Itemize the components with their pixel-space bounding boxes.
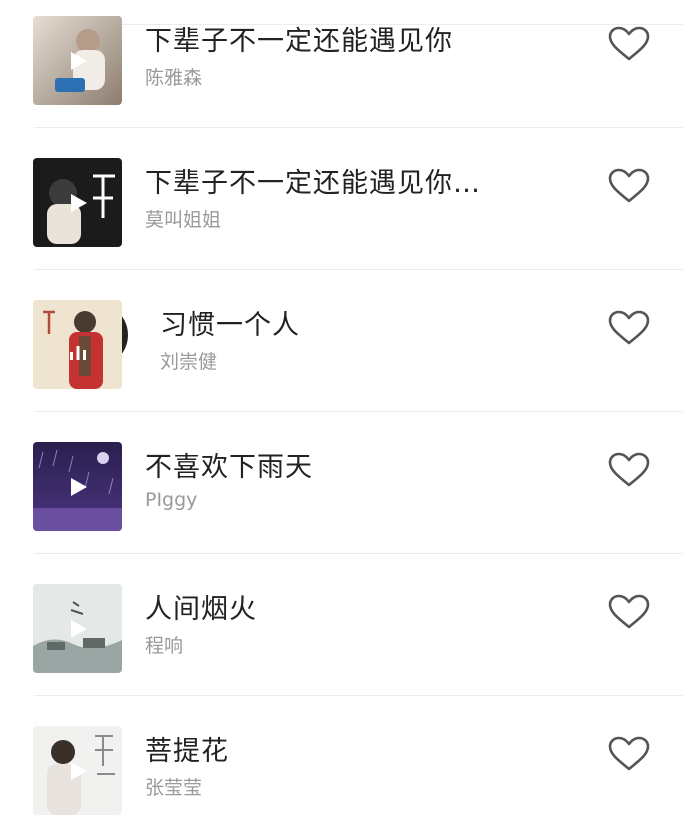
album-cover[interactable] xyxy=(33,442,122,531)
album-cover[interactable] xyxy=(33,16,122,105)
album-cover[interactable] xyxy=(33,584,122,673)
play-icon[interactable] xyxy=(70,51,88,71)
album-cover[interactable] xyxy=(33,300,122,389)
song-row[interactable]: 菩提花 张莹莹 xyxy=(0,696,683,838)
song-row[interactable]: 下辈子不一定还能遇见你 陈雅森 xyxy=(0,0,683,128)
song-title[interactable]: 人间烟火 xyxy=(145,587,257,626)
play-icon[interactable] xyxy=(70,761,88,781)
artist-name[interactable]: 陈雅森 xyxy=(145,63,202,90)
artist-name[interactable]: 刘崇健 xyxy=(160,347,217,374)
artist-name[interactable]: 程响 xyxy=(145,631,183,658)
artist-name[interactable]: PIggy xyxy=(145,489,197,511)
album-art-image xyxy=(33,300,122,389)
album-cover[interactable] xyxy=(33,158,122,247)
heart-outline-icon[interactable] xyxy=(608,594,650,630)
song-title[interactable]: 菩提花 xyxy=(145,729,229,768)
heart-outline-icon[interactable] xyxy=(608,452,650,488)
heart-outline-icon[interactable] xyxy=(608,26,650,62)
song-title[interactable]: 习惯一个人 xyxy=(160,303,300,342)
song-row[interactable]: 不喜欢下雨天 PIggy xyxy=(0,412,683,554)
play-icon[interactable] xyxy=(70,619,88,639)
play-icon[interactable] xyxy=(70,193,88,213)
heart-outline-icon[interactable] xyxy=(608,736,650,772)
play-icon[interactable] xyxy=(70,477,88,497)
song-title[interactable]: 下辈子不一定还能遇见你 xyxy=(145,19,453,58)
song-row[interactable]: 下辈子不一定还能遇见你… 莫叫姐姐 xyxy=(0,128,683,270)
song-row[interactable]: 习惯一个人 刘崇健 xyxy=(0,270,683,412)
song-list: 下辈子不一定还能遇见你 陈雅森 下辈子不一定还能遇见你… 莫叫姐姐 习惯一个人 … xyxy=(0,0,683,825)
artist-name[interactable]: 张莹莹 xyxy=(145,773,202,800)
equalizer-icon xyxy=(70,346,86,360)
album-cover[interactable] xyxy=(33,726,122,815)
heart-outline-icon[interactable] xyxy=(608,310,650,346)
song-title[interactable]: 不喜欢下雨天 xyxy=(145,445,313,484)
song-title[interactable]: 下辈子不一定还能遇见你… xyxy=(145,161,481,200)
song-row[interactable]: 人间烟火 程响 xyxy=(0,554,683,696)
heart-outline-icon[interactable] xyxy=(608,168,650,204)
artist-name[interactable]: 莫叫姐姐 xyxy=(145,205,221,232)
